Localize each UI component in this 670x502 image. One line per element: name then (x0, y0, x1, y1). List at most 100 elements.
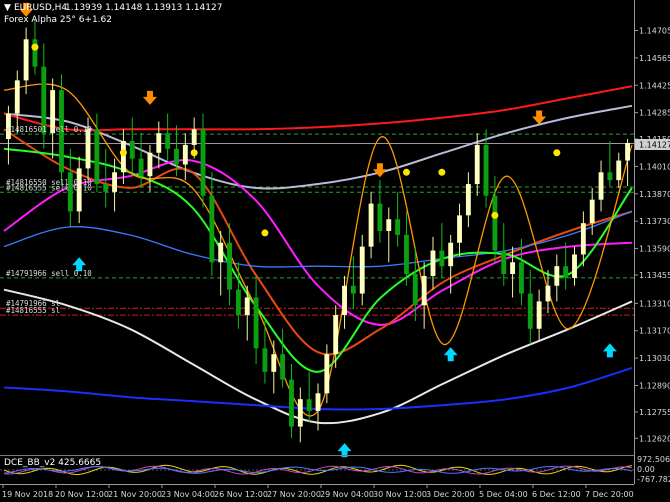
price-tick-label-10: 1.13310 (639, 299, 670, 308)
candle-body (404, 234, 409, 275)
chart-background (0, 0, 670, 502)
candle-body (510, 262, 516, 275)
candle-body (368, 203, 374, 247)
time-tick-label-8: 3 Dec 20:00 (426, 490, 475, 499)
candle-body (32, 39, 38, 67)
candle-body (138, 158, 144, 177)
candle-body (209, 195, 215, 263)
price-tick-label-15: 1.12620 (639, 434, 670, 443)
candle-body (580, 223, 586, 255)
candle-body (174, 148, 179, 165)
candle-body (492, 195, 498, 251)
price-tick-label-6: 1.13870 (639, 190, 670, 199)
price-tick-label-8: 1.13590 (639, 245, 670, 254)
candle-body (23, 39, 29, 81)
candle-body (306, 399, 312, 411)
candle-body (465, 184, 471, 216)
candle-body (94, 129, 100, 185)
candle-body (182, 144, 188, 165)
candle-body (598, 172, 604, 200)
signal-dot (119, 149, 127, 157)
candle-body (377, 203, 383, 231)
candle-body (289, 379, 294, 427)
candle-body (527, 293, 533, 329)
candle-body (253, 297, 259, 349)
candle-body (333, 315, 339, 355)
price-tick-label-12: 1.13030 (639, 354, 670, 363)
candle-body (129, 141, 135, 159)
candle-body (589, 199, 595, 224)
candle-body (244, 297, 250, 316)
candle-body (112, 172, 117, 192)
current-price-label: 1.14127 (639, 141, 670, 150)
sub-tick-bottom: -767.7827 (637, 475, 670, 484)
order-label-3: #14791966 sell 0.10 (6, 269, 92, 278)
price-tick-label-13: 1.12890 (639, 381, 670, 390)
candle-body (324, 354, 330, 394)
candle-body (483, 144, 489, 196)
candle-body (625, 142, 631, 161)
price-tick-label-2: 1.14425 (639, 81, 670, 90)
candle-body (536, 301, 542, 329)
candle-body (545, 285, 551, 302)
candle-body (165, 133, 171, 149)
candle-body (616, 160, 622, 181)
signal-dot (553, 149, 561, 157)
signal-dot (261, 229, 269, 237)
signal-dot (31, 43, 39, 51)
candle-body (412, 274, 418, 306)
candle-body (103, 184, 109, 192)
candle-body (191, 129, 197, 145)
candle-body (315, 393, 321, 411)
price-tick-label-3: 1.14285 (639, 109, 670, 118)
price-tick-label-11: 1.13170 (639, 327, 670, 336)
time-tick-label-1: 20 Nov 12:00 (55, 490, 109, 499)
signal-dot (190, 149, 198, 157)
signal-dot (402, 168, 410, 176)
time-tick-label-11: 7 Dec 20:00 (585, 490, 634, 499)
price-tick-label-0: 1.14705 (639, 26, 670, 35)
candle-body (421, 275, 427, 306)
price-chart[interactable]: #14816501 sell 0.10#14816550 sell 0.10#1… (0, 0, 670, 502)
candle-body (430, 250, 436, 276)
candle-body (350, 285, 356, 294)
price-tick-label-14: 1.12755 (639, 408, 670, 417)
symbol-label: EURUSD,H4 (14, 3, 67, 13)
time-tick-label-3: 23 Nov 04:00 (161, 490, 215, 499)
candle-body (200, 129, 206, 196)
candle-body (120, 141, 126, 173)
candle-body (262, 348, 268, 372)
price-tick-label-5: 1.14010 (639, 162, 670, 171)
candle-body (563, 266, 569, 278)
candle-body (572, 254, 577, 278)
chart-triangle-icon[interactable]: ▼ (4, 3, 11, 13)
candle-body (271, 354, 277, 372)
time-tick-label-0: 19 Nov 2018 (2, 490, 53, 499)
candle-body (14, 80, 20, 114)
candle-body (395, 219, 401, 235)
sub-tick-top: 972.5064 (637, 455, 670, 464)
candle-body (386, 219, 392, 231)
candle-body (297, 399, 303, 427)
subwindow-label: DCE_BB_v2 425.6665 (4, 458, 101, 468)
indicator-label: Forex Alpha 25° 6+1.62 (4, 15, 112, 25)
order-label-0: #14816501 sell 0.10 (6, 125, 92, 134)
time-tick-label-6: 29 Nov 04:00 (320, 490, 374, 499)
candle-body (439, 250, 445, 267)
candle-body (342, 285, 347, 316)
candle-body (41, 66, 47, 134)
candle-body (235, 289, 241, 316)
candle-body (474, 144, 480, 185)
price-tick-label-7: 1.13730 (639, 217, 670, 226)
price-tick-label-1: 1.14565 (639, 54, 670, 63)
time-tick-label-4: 26 Nov 12:00 (214, 490, 268, 499)
order-label-2: #14816555 sell 0.10 (6, 183, 92, 192)
candle-body (218, 242, 224, 263)
time-tick-label-2: 21 Nov 20:00 (108, 490, 162, 499)
candle-body (554, 266, 560, 286)
candle-body (147, 152, 153, 177)
candle-body (280, 354, 286, 380)
candle-body (457, 215, 462, 243)
signal-dot (438, 168, 446, 176)
order-label-5: #14816555 sl (6, 306, 60, 315)
